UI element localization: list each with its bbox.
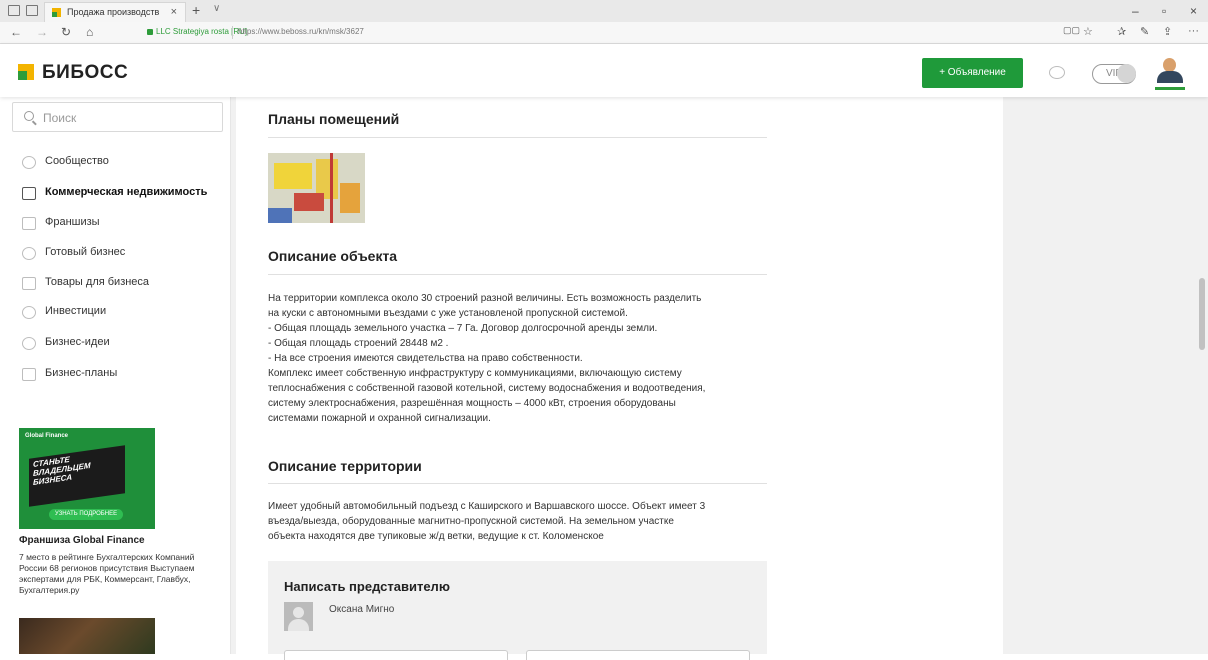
box-icon [22,277,36,290]
share-icon[interactable]: ⇪ [1163,25,1172,38]
notes-icon[interactable]: ✎ [1140,25,1149,38]
building-icon [22,187,36,200]
ad-banner-brand: Global Finance [25,433,69,439]
search-input[interactable]: Поиск [12,102,223,132]
vip-toggle[interactable]: VIP [1092,64,1136,84]
window-maximize-button[interactable]: ▫ [1162,4,1166,18]
back-icon[interactable]: ← [10,25,22,39]
page-scrollbar[interactable] [1194,97,1208,654]
window-minimize-button[interactable]: – [1132,4,1139,18]
territory-line: въезда/выезда, оборудованные магнитно-пр… [268,516,674,527]
favicon-icon [52,8,61,17]
tabs-aside-icon[interactable] [26,5,38,16]
contact-form: Написать представителю Оксана Мигно [268,561,767,660]
logo-text[interactable]: БИБОСС [42,62,128,84]
lock-icon [147,29,153,35]
ad-banner-secondary[interactable] [19,618,155,654]
ad-description: 7 место в рейтинге Бухгалтерских Компани… [19,552,195,595]
tab-title: Продажа производств [67,7,160,17]
more-menu-icon[interactable]: ··· [1188,25,1199,37]
scrollbar-thumb[interactable] [1199,278,1205,350]
description-line: - Общая площадь земельного участка – 7 Г… [268,323,658,334]
sidebar-item-label: Инвестиции [45,305,107,317]
ad-banner[interactable]: Global Finance СТАНЬТЕ ВЛАДЕЛЬЦЕМ БИЗНЕС… [19,428,155,529]
territory-line: Имеет удобный автомобильный подъезд с Ка… [268,501,706,512]
url-divider [232,26,233,39]
description-line: На территории комплекса около 30 строени… [268,293,702,304]
favorites-hub-icon[interactable]: ✰ [1117,25,1126,38]
business-icon [22,247,36,260]
sidebar-item-label: Коммерческая недвижимость [45,186,208,198]
sidebar-item-label: Готовый бизнес [45,246,126,258]
user-avatar[interactable] [1155,56,1185,90]
sidebar-item-label: Бизнес-идеи [45,336,110,348]
window-close-button[interactable]: × [1190,4,1197,18]
description-heading: Описание объекта [268,248,398,264]
browser-address-bar: ← → ↻ ⌂ LLC Strategiya rosta [RU] https:… [0,22,1208,44]
tab-actions-icon[interactable] [8,5,20,16]
territory-heading: Описание территории [268,458,422,474]
avatar-body [1157,71,1183,83]
divider [268,137,767,138]
plan-area [268,208,292,223]
tab-close-icon[interactable]: × [171,6,177,18]
browser-tab[interactable]: Продажа производств × [44,2,186,22]
right-rail [1008,97,1188,654]
forward-icon[interactable]: → [36,25,48,39]
floor-plan-thumbnail[interactable] [268,153,365,223]
plan-area [340,183,360,213]
divider [268,483,767,484]
site-header: БИБОСС + Объявление VIP [0,44,1208,97]
description-text: На территории комплекса около 30 строени… [268,291,768,426]
plans-heading: Планы помещений [268,111,400,127]
site-identity[interactable]: LLC Strategiya rosta [RU] [156,27,247,36]
search-placeholder: Поиск [43,111,77,125]
contact-name: Оксана Мигно [329,604,395,615]
document-icon [22,368,36,381]
tab-dropdown-icon[interactable]: ∨ [213,3,220,14]
add-listing-button[interactable]: + Объявление [922,58,1023,88]
description-line: - Общая площадь строений 28448 м2 . [268,338,449,349]
description-line: на куски с автономными въездами с уже ус… [268,308,628,319]
avatar-underline [1155,87,1185,90]
briefcase-icon [22,217,36,230]
description-line: системами пожарной и охранной сигнализац… [268,413,491,424]
people-icon [22,156,36,169]
description-line: теплоснабжения с собственной газовой кот… [268,383,706,394]
sidebar-item-label: Товары для бизнеса [45,276,150,288]
lightbulb-icon [22,337,36,350]
search-icon [24,111,34,121]
contact-phone-field[interactable] [526,650,750,660]
coin-icon [22,306,36,319]
favorite-star-icon[interactable]: ☆ [1083,25,1093,38]
contact-avatar-body [288,619,309,631]
plan-road [330,153,333,223]
sidebar-item-label: Сообщество [45,155,109,167]
avatar-head [1163,58,1176,72]
contact-name-field[interactable] [284,650,508,660]
description-line: систему электроснабжения, разрешённая мо… [268,398,676,409]
ad-title[interactable]: Франшиза Global Finance [19,535,145,546]
url-field[interactable]: https://www.beboss.ru/kn/msk/3627 [238,27,364,36]
contact-avatar-head [293,607,304,618]
contact-avatar [284,602,313,631]
plan-area [294,193,324,211]
logo-icon[interactable] [18,64,34,80]
browser-tab-bar: Продажа производств × + ∨ – ▫ × [0,0,1208,22]
description-line: Комплекс имеет собственную инфраструктур… [268,368,682,379]
description-line: - На все строения имеются свидетельства … [268,353,583,364]
territory-text: Имеет удобный автомобильный подъезд с Ка… [268,499,768,544]
reload-icon[interactable]: ↻ [61,25,71,39]
divider [268,274,767,275]
ad-banner-cta[interactable]: УЗНАТЬ ПОДРОБНЕЕ [49,509,123,520]
territory-line: объекта находятся две тупиковые ж/д ветк… [268,531,604,542]
new-tab-button[interactable]: + [192,2,200,18]
reading-view-icon[interactable]: ▢▢ [1063,25,1080,36]
home-icon[interactable]: ⌂ [86,25,93,39]
chat-icon[interactable] [1049,66,1065,79]
contact-title: Написать представителю [284,579,450,594]
sidebar-item-label: Франшизы [45,216,100,228]
sidebar-item-label: Бизнес-планы [45,367,118,379]
plan-area [274,163,312,189]
